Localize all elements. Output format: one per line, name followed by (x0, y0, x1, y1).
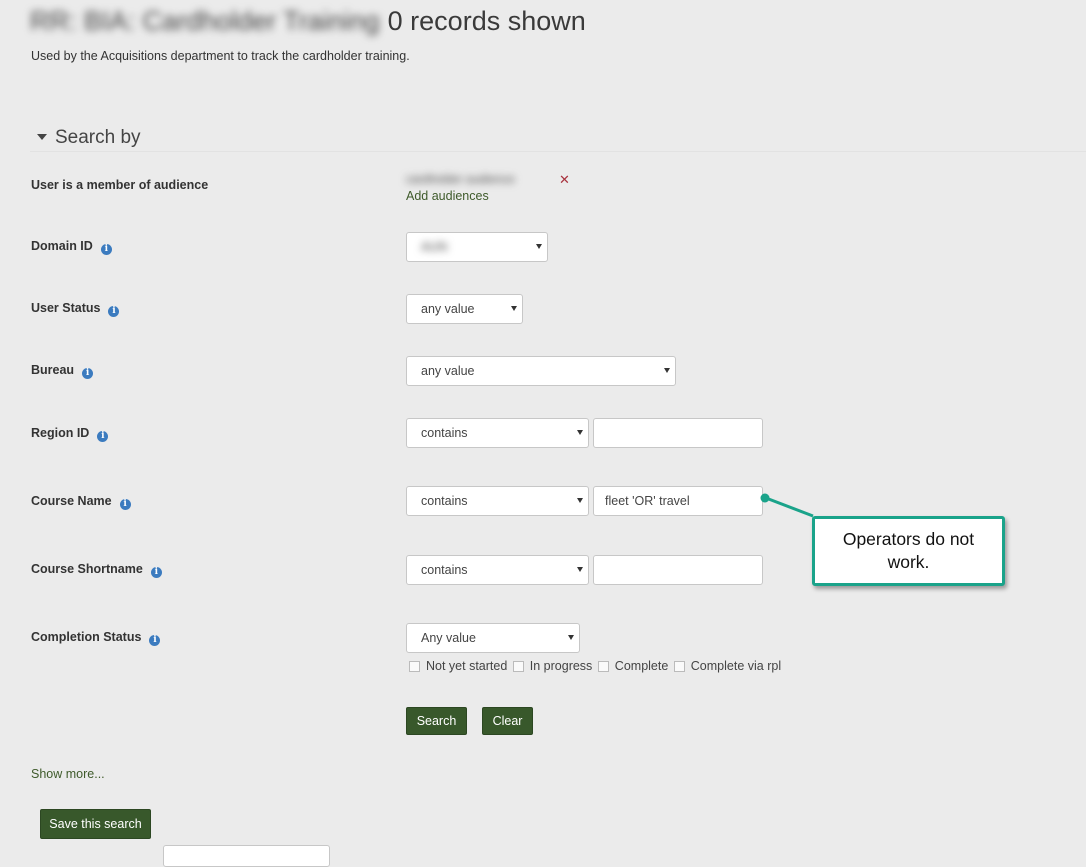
callout-text: Operators do not work. (842, 529, 975, 572)
annotation-callout: Operators do not work. (812, 516, 1005, 586)
callout-connector (760, 493, 814, 518)
